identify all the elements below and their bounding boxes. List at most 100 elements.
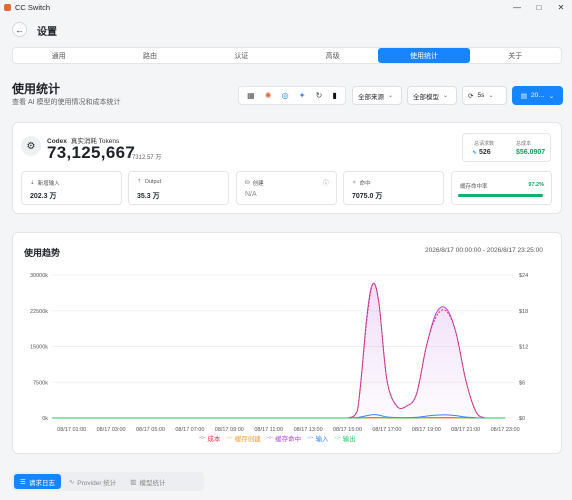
refresh-select[interactable]: ⟳ 5s ⌄	[462, 86, 507, 105]
page-title: 使用统计	[12, 82, 61, 96]
legend-label: 成本	[207, 436, 221, 443]
legend-label: 缓存命中	[275, 436, 302, 443]
legend-label: 输出	[342, 436, 356, 443]
legend-item[interactable]: -○- 缓存创建	[226, 433, 260, 443]
legend-marker-icon: -○-	[266, 435, 274, 441]
chevron-down-icon: ⌄	[548, 92, 555, 100]
settings-title: 设置	[37, 27, 57, 38]
stat-input: ⇣ 新增输入 202.3 万	[21, 171, 122, 205]
date-range-label: 20…	[530, 92, 545, 99]
calendar-icon: ▤	[520, 92, 527, 100]
cost-value: $56.0907	[516, 149, 546, 156]
arrow-down-icon: ⇣	[30, 180, 35, 186]
claude-icon[interactable]: ✺	[265, 91, 272, 100]
chevron-down-icon: ⌄	[388, 93, 394, 99]
stat-hit: ✧ 命中 7075.0 万	[343, 171, 444, 205]
model-select-label: 全部模型	[413, 93, 439, 101]
app-logo-icon	[4, 3, 11, 11]
title-bar: CC Switch	[0, 0, 572, 14]
tab-about[interactable]: 关于	[470, 48, 561, 63]
page-subtitle: 查看 AI 模型的使用情况和成本统计	[12, 99, 121, 106]
arrow-left-icon: ←	[15, 24, 24, 35]
tab-usage-stats[interactable]: 使用统计	[378, 48, 470, 63]
tab-request-log-label: 请求日志	[28, 479, 55, 487]
requests-value: ∿ 526	[472, 149, 491, 156]
tab-model-stats-label: 模型统计	[139, 479, 166, 487]
refresh-interval: 5s	[477, 92, 485, 99]
openai-icon[interactable]: ◎	[282, 91, 289, 100]
bar-chart-icon: ▥	[130, 478, 137, 486]
cache-rate-label: 缓存命中率	[460, 184, 488, 190]
stat-input-label: 新增输入	[37, 181, 60, 187]
total-tokens-approx: ≈ 7312.57 万	[127, 155, 162, 161]
close-button[interactable]: ✕	[550, 0, 572, 14]
source-select[interactable]: 全部来源 ⌄	[352, 86, 402, 105]
stat-output-value: 35.3 万	[137, 193, 160, 200]
tab-general[interactable]: 通用	[13, 48, 104, 63]
tab-provider-stats[interactable]: ∿ Provider 统计	[63, 474, 122, 489]
database-icon: ⛁	[245, 180, 250, 186]
chart-date-range: 2026/8/17 00:00:00 - 2026/8/17 23:25:00	[425, 247, 543, 254]
cost-label: 总成本	[516, 141, 532, 147]
list-icon: ☰	[20, 478, 26, 486]
cache-rate-value: 97.2%	[528, 182, 544, 188]
activity-icon: ∿	[472, 150, 478, 156]
tab-auth[interactable]: 认证	[196, 48, 287, 63]
provider-filter: ▦ ✺ ◎ ✦ ↻ ▮	[238, 86, 346, 105]
app-title: CC Switch	[15, 2, 51, 12]
stat-create-label: 创建	[252, 181, 264, 187]
chart-legend: -○- 成本 -○- 缓存创建 -○- 缓存命中 -○- 输入 -○- 输出	[199, 433, 356, 443]
tab-provider-stats-label: Provider 统计	[77, 479, 117, 487]
openai-icon: ⚙	[21, 136, 41, 156]
stat-create-value: N/A	[245, 191, 257, 198]
chevron-down-icon: ⌄	[443, 93, 449, 99]
tab-model-stats[interactable]: ▥ 模型统计	[124, 474, 171, 489]
refresh-icon: ⟳	[468, 92, 474, 100]
refresh-circle-icon[interactable]: ↻	[316, 91, 323, 100]
cache-rate-bar	[458, 194, 545, 197]
stat-create: ⛁ 创建 ⓘ N/A	[236, 171, 337, 205]
legend-marker-icon: -○-	[334, 435, 341, 441]
tab-advanced[interactable]: 高级	[287, 48, 378, 63]
sparkle-icon: ✧	[352, 180, 357, 186]
legend-item[interactable]: -○- 成本	[199, 433, 220, 443]
minimize-button[interactable]: —	[506, 0, 528, 14]
gemini-icon[interactable]: ✦	[299, 91, 306, 100]
panel-icon[interactable]: ▮	[333, 91, 337, 100]
stat-output-label: Output	[144, 179, 162, 185]
requests-cost-box: 总请求数 ∿ 526 总成本 $56.0907	[462, 133, 551, 162]
legend-marker-icon: -○-	[307, 435, 314, 441]
stat-cache-rate: 缓存命中率 97.2%	[451, 171, 552, 205]
legend-item[interactable]: -○- 缓存命中	[267, 433, 301, 443]
requests-label: 总请求数	[474, 141, 495, 147]
tab-request-log[interactable]: ☰ 请求日志	[14, 474, 61, 489]
stat-hit-label: 命中	[359, 181, 371, 187]
chart-title: 使用趋势	[24, 248, 61, 258]
settings-tabs: 通用 路由 认证 高级 使用统计 关于	[12, 47, 562, 64]
maximize-button[interactable]: □	[528, 0, 550, 14]
bottom-tabs: ☰ 请求日志 ∿ Provider 统计 ▥ 模型统计	[12, 472, 204, 491]
legend-item[interactable]: -○- 输出	[334, 433, 355, 443]
stat-hit-value: 7075.0 万	[352, 193, 383, 200]
legend-marker-icon: -○-	[226, 435, 233, 441]
trend-card	[12, 232, 562, 454]
total-tokens: 73,125,667	[47, 143, 136, 162]
tab-routing[interactable]: 路由	[104, 48, 195, 63]
source-select-label: 全部来源	[358, 93, 384, 101]
arrow-up-icon: ⇡	[137, 179, 142, 185]
grid-icon[interactable]: ▦	[247, 91, 255, 100]
model-select[interactable]: 全部模型 ⌄	[407, 86, 457, 105]
stat-input-value: 202.3 万	[30, 193, 57, 200]
chevron-down-icon: ⌄	[488, 93, 494, 99]
requests-number: 526	[478, 149, 491, 156]
legend-label: 缓存创建	[234, 436, 261, 443]
activity-icon: ∿	[68, 478, 75, 486]
stat-output: ⇡ Output 35.3 万	[128, 171, 229, 205]
legend-item[interactable]: -○- 输入	[307, 433, 328, 443]
legend-marker-icon: -○-	[199, 435, 206, 441]
date-range-button[interactable]: ▤ 20… ⌄	[512, 86, 563, 105]
back-button[interactable]: ←	[12, 22, 27, 37]
legend-label: 输入	[315, 436, 329, 443]
info-icon: ⓘ	[322, 181, 329, 187]
cache-rate-fill	[458, 194, 543, 197]
